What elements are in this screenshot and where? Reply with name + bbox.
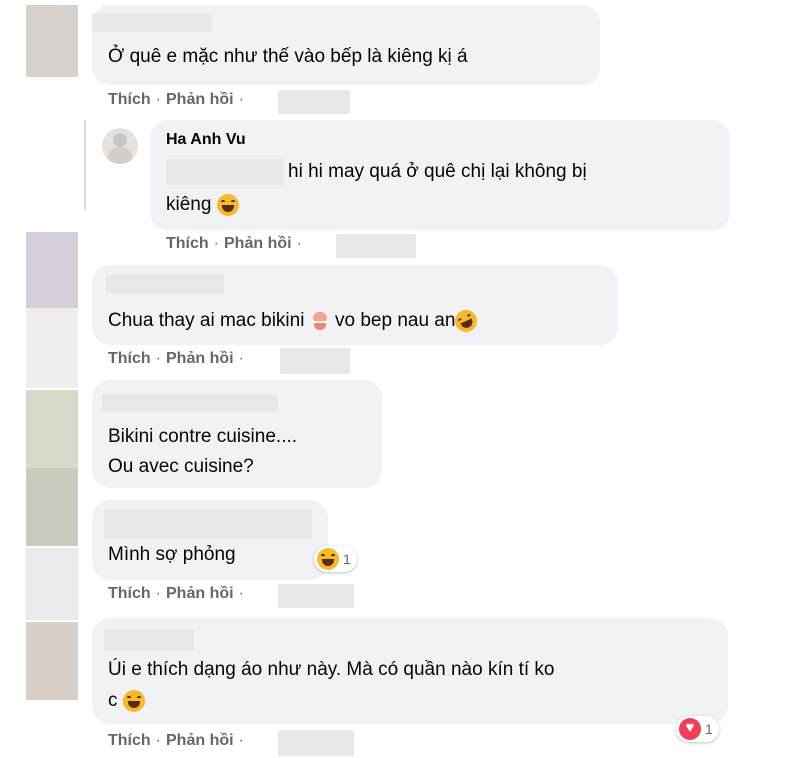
avatar-blur bbox=[26, 308, 78, 388]
author-name-blurred[interactable] bbox=[104, 510, 312, 538]
avatar-icon[interactable] bbox=[102, 128, 138, 164]
avatar-blur bbox=[26, 622, 78, 700]
reaction-count: 1 bbox=[705, 721, 713, 737]
mention-blurred[interactable] bbox=[166, 159, 284, 185]
comment-text-line2: Ou avec cuisine? bbox=[108, 456, 254, 477]
reaction-count: 1 bbox=[343, 551, 351, 567]
timestamp-blurred bbox=[278, 584, 354, 608]
haha-emoji-icon bbox=[216, 193, 239, 216]
like-link[interactable]: Thích bbox=[108, 585, 151, 602]
timestamp-blurred bbox=[336, 234, 416, 258]
haha-emoji-icon bbox=[317, 548, 339, 570]
comment-actions: Thích · Phản hồi · bbox=[108, 350, 249, 368]
like-link[interactable]: Thích bbox=[108, 350, 151, 367]
separator: · bbox=[155, 91, 161, 108]
reply-link[interactable]: Phản hồi bbox=[224, 235, 292, 252]
separator: · bbox=[296, 235, 302, 252]
author-name-blurred[interactable] bbox=[102, 394, 278, 412]
rofl-emoji-icon bbox=[451, 306, 482, 336]
reply-link[interactable]: Phản hồi bbox=[166, 585, 234, 602]
reply-text-kieng: kiêng bbox=[166, 194, 212, 215]
comment-text-part2: vo bep nau an bbox=[335, 310, 456, 331]
comment-text: Mình sợ phỏng bbox=[108, 544, 236, 565]
like-link[interactable]: Thích bbox=[108, 91, 151, 108]
timestamp-blurred bbox=[278, 730, 354, 756]
separator: · bbox=[155, 585, 161, 602]
haha-emoji-icon bbox=[122, 689, 145, 712]
comment-actions: Thích · Phản hồi · bbox=[108, 732, 249, 750]
avatar-blur bbox=[26, 232, 78, 308]
separator: · bbox=[238, 585, 244, 602]
reply-link[interactable]: Phản hồi bbox=[166, 732, 234, 749]
reaction-badge[interactable]: ♥ 1 bbox=[676, 716, 719, 742]
comment-text-line1: Úi e thích dạng áo như này. Mà có quần n… bbox=[108, 659, 555, 680]
like-link[interactable]: Thích bbox=[108, 732, 151, 749]
comment-text-line2: c bbox=[108, 686, 145, 716]
reply-link[interactable]: Phản hồi bbox=[166, 91, 234, 108]
separator: · bbox=[238, 91, 244, 108]
reply-text-line2: kiêng bbox=[166, 190, 239, 220]
author-name-blurred[interactable] bbox=[92, 14, 212, 32]
separator: · bbox=[238, 732, 244, 749]
comment-actions: Thích · Phản hồi · bbox=[108, 585, 249, 603]
timestamp-blurred bbox=[278, 90, 350, 114]
avatar-blur bbox=[26, 468, 78, 546]
author-name-blurred[interactable] bbox=[104, 630, 194, 650]
author-name-blurred[interactable] bbox=[106, 274, 224, 294]
comment-text-part1: Chua thay ai mac bikini bbox=[108, 310, 305, 331]
reply-text-line1: hi hi may quá ở quê chị lại không bị bbox=[288, 161, 587, 182]
comment-text: Chua thay ai mac bikini vo bep nau an bbox=[108, 306, 482, 336]
separator: · bbox=[155, 732, 161, 749]
comment-text: Ở quê e mặc như thế vào bếp là kiêng kị … bbox=[108, 46, 468, 67]
author-name[interactable]: Ha Anh Vu bbox=[166, 131, 246, 149]
separator: · bbox=[238, 350, 244, 367]
avatar-blur bbox=[26, 390, 78, 468]
love-reaction-icon: ♥ bbox=[679, 718, 701, 740]
avatar-blur bbox=[26, 5, 78, 77]
comment-text-c: c bbox=[108, 690, 118, 711]
like-link[interactable]: Thích bbox=[166, 235, 209, 252]
separator: · bbox=[155, 350, 161, 367]
reply-link[interactable]: Phản hồi bbox=[166, 350, 234, 367]
reply-actions: Thích · Phản hồi · bbox=[166, 235, 307, 253]
comment-text-line1: Bikini contre cuisine.... bbox=[108, 426, 298, 447]
separator: · bbox=[213, 235, 219, 252]
reaction-badge[interactable]: 1 bbox=[314, 546, 357, 572]
bikini-emoji-icon bbox=[310, 310, 330, 332]
thread-line bbox=[84, 120, 86, 210]
avatar-blur bbox=[26, 548, 78, 620]
comment-actions: Thích · Phản hồi · bbox=[108, 91, 249, 109]
timestamp-blurred bbox=[280, 348, 350, 374]
